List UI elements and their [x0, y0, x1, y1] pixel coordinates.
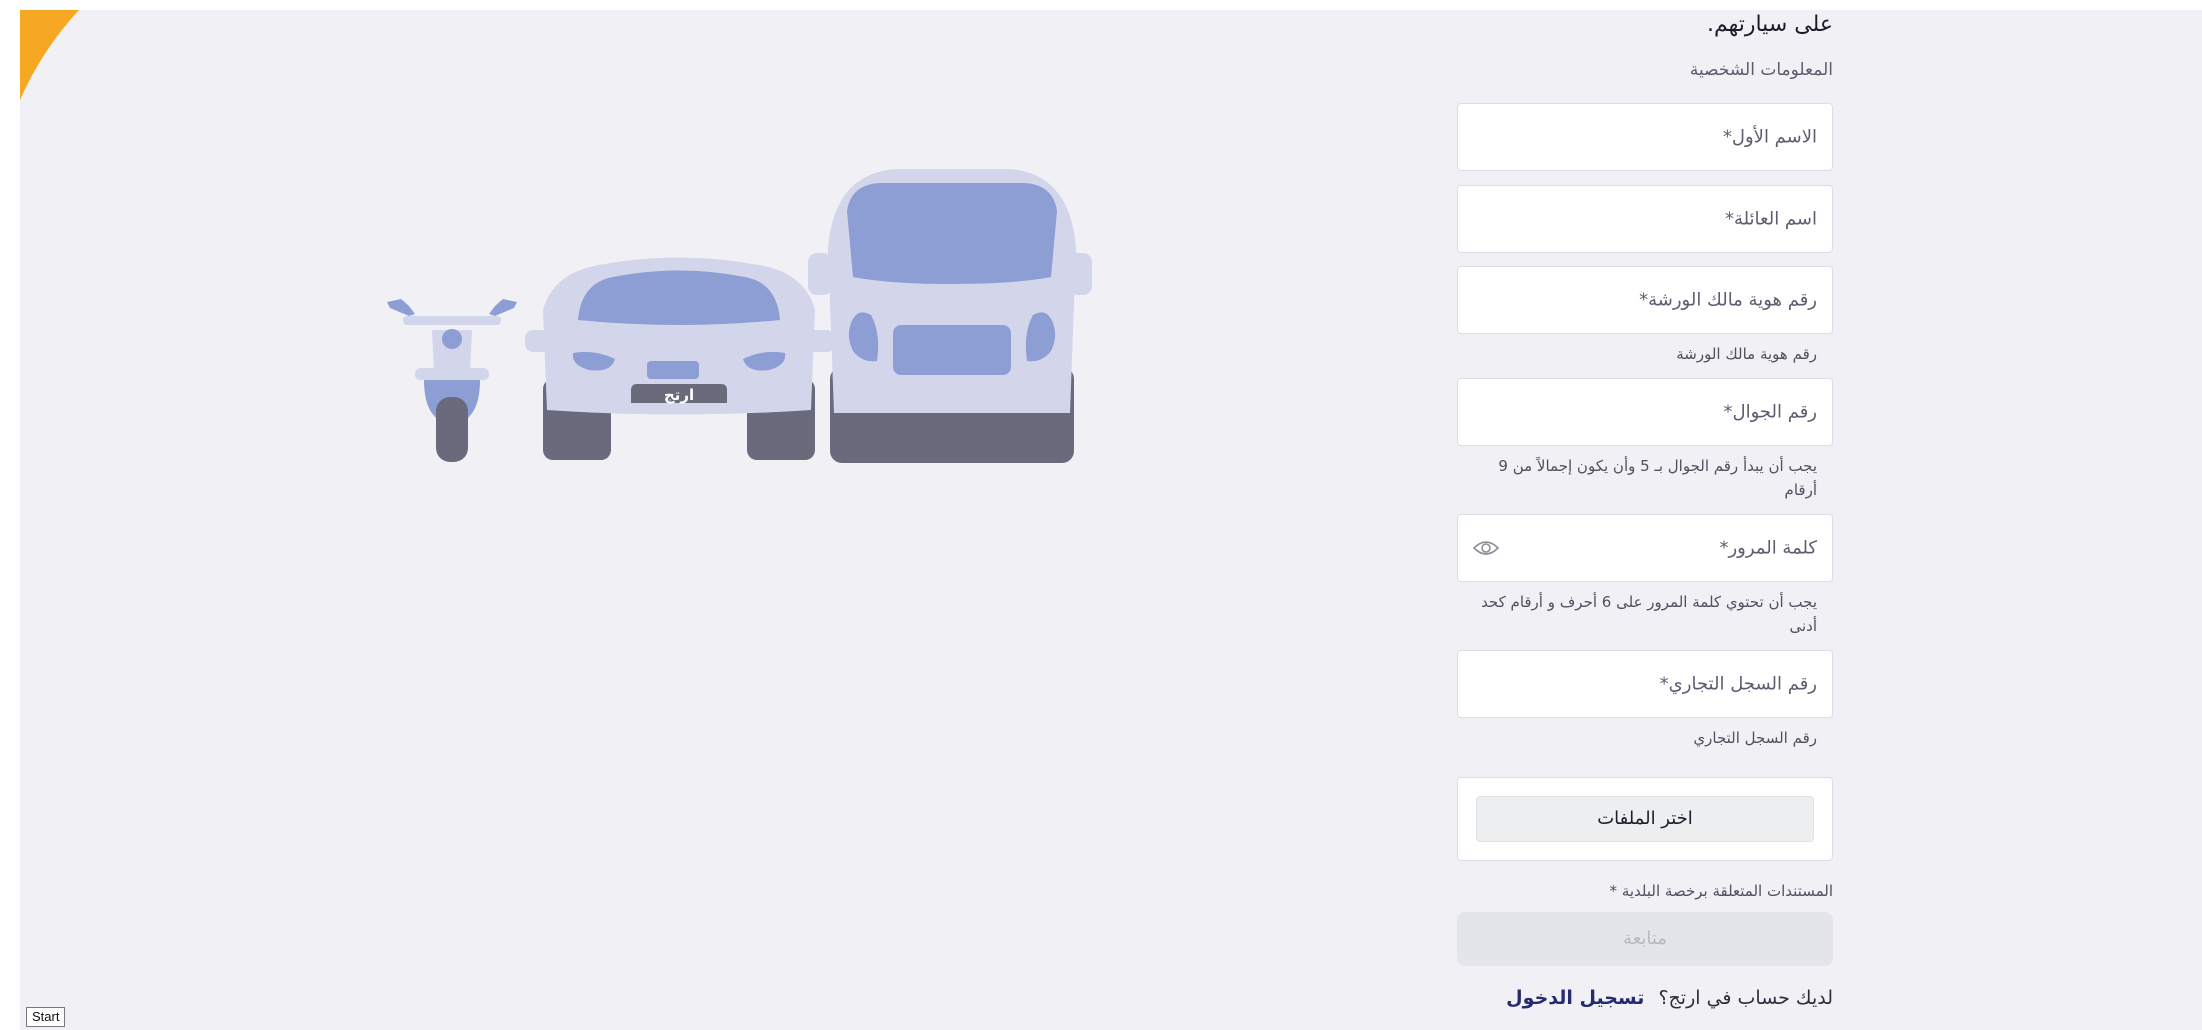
- window-top-edge: [0, 0, 2202, 10]
- continue-button[interactable]: متابعة: [1457, 912, 1833, 966]
- accent-corner-shape: [20, 10, 79, 100]
- owner-id-placeholder: رقم هوية مالك الورشة*: [1639, 289, 1817, 311]
- owner-id-field[interactable]: رقم هوية مالك الورشة*: [1457, 266, 1833, 334]
- login-link[interactable]: تسجيل الدخول: [1506, 987, 1644, 1009]
- password-field[interactable]: كلمة المرور*: [1457, 514, 1833, 582]
- first-name-placeholder: الاسم الأول*: [1722, 126, 1817, 148]
- eye-icon[interactable]: [1472, 538, 1500, 558]
- login-prompt: لديك حساب في ارتج؟ تسجيل الدخول: [1506, 987, 1833, 1009]
- page-background: [20, 10, 2202, 1030]
- vehicles-illustration: ارتج: [387, 169, 1092, 463]
- municipal-license-documents-label: المستندات المتعلقة برخصة البلدية *: [1609, 882, 1833, 900]
- first-name-field[interactable]: الاسم الأول*: [1457, 103, 1833, 171]
- form-heading: على سيارتهم.: [1706, 12, 1833, 37]
- window-left-edge: [0, 0, 20, 1030]
- last-name-field[interactable]: اسم العائلة*: [1457, 185, 1833, 253]
- mobile-hint: يجب أن يبدأ رقم الجوال بـ 5 وأن يكون إجم…: [1498, 457, 1817, 499]
- last-name-placeholder: اسم العائلة*: [1724, 208, 1817, 230]
- car-graphic: ارتج: [525, 257, 835, 460]
- commercial-registration-placeholder: رقم السجل التجاري*: [1659, 673, 1817, 695]
- choose-files-button[interactable]: اختر الملفات: [1476, 796, 1814, 842]
- file-upload-box: اختر الملفات: [1457, 777, 1833, 861]
- mobile-placeholder: رقم الجوال*: [1723, 401, 1817, 423]
- commercial-registration-field[interactable]: رقم السجل التجاري*: [1457, 650, 1833, 718]
- van-graphic: [808, 169, 1092, 463]
- mobile-field[interactable]: رقم الجوال*: [1457, 378, 1833, 446]
- have-account-text: لديك حساب في ارتج؟: [1658, 987, 1833, 1009]
- commercial-registration-hint: رقم السجل التجاري: [1693, 729, 1817, 747]
- license-plate-text: ارتج: [664, 386, 694, 404]
- password-placeholder: كلمة المرور*: [1719, 537, 1817, 559]
- motorcycle-graphic: [387, 299, 517, 462]
- password-hint: يجب أن تحتوي كلمة المرور على 6 أحرف و أر…: [1481, 593, 1817, 635]
- start-button[interactable]: Start: [26, 1007, 66, 1027]
- owner-id-hint: رقم هوية مالك الورشة: [1676, 345, 1817, 363]
- section-title-personal-info: المعلومات الشخصية: [1689, 60, 1833, 80]
